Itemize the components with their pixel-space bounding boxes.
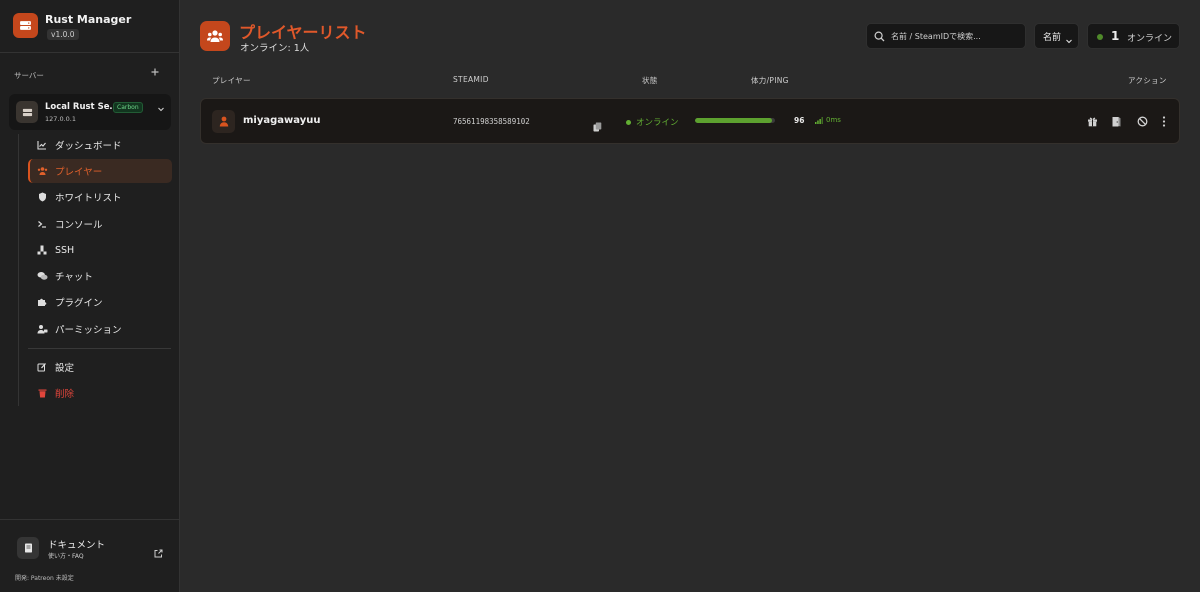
server-selector[interactable]: Local Rust Se… Carbon 127.0.0.1 xyxy=(9,94,171,130)
sort-select-value: 名前 xyxy=(1043,32,1062,43)
chevron-down-icon[interactable] xyxy=(157,105,165,116)
sidebar-item-label: ダッシュボード xyxy=(55,141,122,152)
book-icon xyxy=(17,537,39,559)
player-steamid: 76561198358589102 xyxy=(453,117,530,126)
health-bar xyxy=(695,118,775,123)
server-name: Local Rust Se… xyxy=(45,102,118,112)
server-rack-icon xyxy=(13,13,38,38)
column-header-actions: アクション xyxy=(1128,76,1167,85)
sidebar-item-console[interactable]: コンソール xyxy=(28,212,172,236)
sidebar-item-label: 削除 xyxy=(55,389,75,400)
sidebar-item-permissions[interactable]: パーミッション xyxy=(28,317,172,341)
plus-icon xyxy=(151,68,159,76)
sidebar-item-label: プラグイン xyxy=(55,298,103,309)
gift-icon[interactable] xyxy=(1085,114,1099,128)
shield-icon xyxy=(36,191,48,203)
users-icon xyxy=(200,21,230,51)
server-ip: 127.0.0.1 xyxy=(45,115,77,123)
server-framework-badge: Carbon xyxy=(113,102,143,113)
search-box[interactable] xyxy=(866,23,1026,49)
nav-divider xyxy=(28,348,171,349)
sidebar-item-dashboard[interactable]: ダッシュボード xyxy=(28,133,172,157)
user-lock-icon xyxy=(36,323,48,335)
sidebar-item-whitelist[interactable]: ホワイトリスト xyxy=(28,185,172,209)
sidebar-footer: ドキュメント 使い方・FAQ 開発: Patreon 未設定 xyxy=(0,519,180,592)
edit-icon xyxy=(36,361,48,373)
sidebar-item-label: SSH xyxy=(55,244,75,256)
health-bar-fill xyxy=(695,118,772,123)
sidebar-item-label: パーミッション xyxy=(55,325,122,336)
sidebar-item-label: ホワイトリスト xyxy=(55,193,122,204)
column-header-status: 状態 xyxy=(642,76,658,85)
user-icon xyxy=(212,110,235,133)
table-row[interactable]: miyagawayuu 76561198358589102 オンライン 96 0… xyxy=(200,98,1180,144)
users-icon xyxy=(36,165,48,177)
sidebar-item-label: 設定 xyxy=(55,363,75,374)
chart-line-icon xyxy=(36,139,48,151)
sidebar-item-delete[interactable]: 削除 xyxy=(28,381,172,405)
docs-link[interactable]: ドキュメント xyxy=(48,537,105,551)
online-status-dot xyxy=(1097,34,1103,40)
status-badge: オンライン xyxy=(626,116,679,128)
sidebar-item-label: チャット xyxy=(55,272,93,283)
sidebar-item-players[interactable]: プレイヤー xyxy=(28,159,172,183)
server-icon xyxy=(16,101,38,123)
online-label: オンライン xyxy=(1127,34,1173,44)
signal-icon xyxy=(815,116,823,124)
developer-note: 開発: Patreon 未設定 xyxy=(15,575,74,582)
sidebar-item-plugins[interactable]: プラグイン xyxy=(28,290,172,314)
column-header-steamid: STEAMID xyxy=(453,75,489,84)
status-dot xyxy=(626,119,631,125)
trash-icon xyxy=(36,387,48,399)
column-header-health-ping: 体力/PING xyxy=(751,76,789,85)
ping-value: 0ms xyxy=(826,116,841,124)
kick-door-icon[interactable] xyxy=(1109,114,1123,128)
ban-icon[interactable] xyxy=(1135,114,1149,128)
add-server-button[interactable] xyxy=(150,66,160,80)
online-count: 1 xyxy=(1111,29,1120,43)
copy-icon[interactable] xyxy=(593,117,602,136)
health-value: 96 xyxy=(794,116,805,125)
network-icon xyxy=(36,244,48,256)
terminal-icon xyxy=(36,218,48,230)
sidebar: Rust Manager v1.0.0 サーバー Local Rust Se… … xyxy=(0,0,180,592)
sidebar-item-label: コンソール xyxy=(55,220,103,231)
online-counter: 1 オンライン xyxy=(1087,23,1180,49)
servers-section-label: サーバー xyxy=(14,71,44,80)
search-input[interactable] xyxy=(891,31,1016,41)
external-link-icon[interactable] xyxy=(154,543,163,562)
search-icon xyxy=(874,30,885,41)
brand-header: Rust Manager v1.0.0 xyxy=(0,0,180,53)
column-header-player: プレイヤー xyxy=(212,76,251,85)
chevron-down-icon xyxy=(1065,30,1073,49)
status-text: オンライン xyxy=(636,118,679,128)
sidebar-item-ssh[interactable]: SSH xyxy=(28,238,172,262)
ping-indicator: 0ms xyxy=(815,116,841,124)
online-summary: オンライン: 1人 xyxy=(240,43,310,54)
docs-subtitle: 使い方・FAQ xyxy=(48,553,84,560)
player-name: miyagawayuu xyxy=(243,115,321,126)
app-version-badge: v1.0.0 xyxy=(47,29,79,40)
more-vertical-icon[interactable] xyxy=(1157,114,1171,128)
sidebar-item-label: プレイヤー xyxy=(55,167,103,178)
nav-rail xyxy=(18,134,19,406)
chat-icon xyxy=(36,270,48,282)
sort-select[interactable]: 名前 xyxy=(1034,23,1079,49)
puzzle-icon xyxy=(36,296,48,308)
app-title: Rust Manager xyxy=(45,13,132,26)
sidebar-item-settings[interactable]: 設定 xyxy=(28,355,172,379)
sidebar-item-chat[interactable]: チャット xyxy=(28,264,172,288)
